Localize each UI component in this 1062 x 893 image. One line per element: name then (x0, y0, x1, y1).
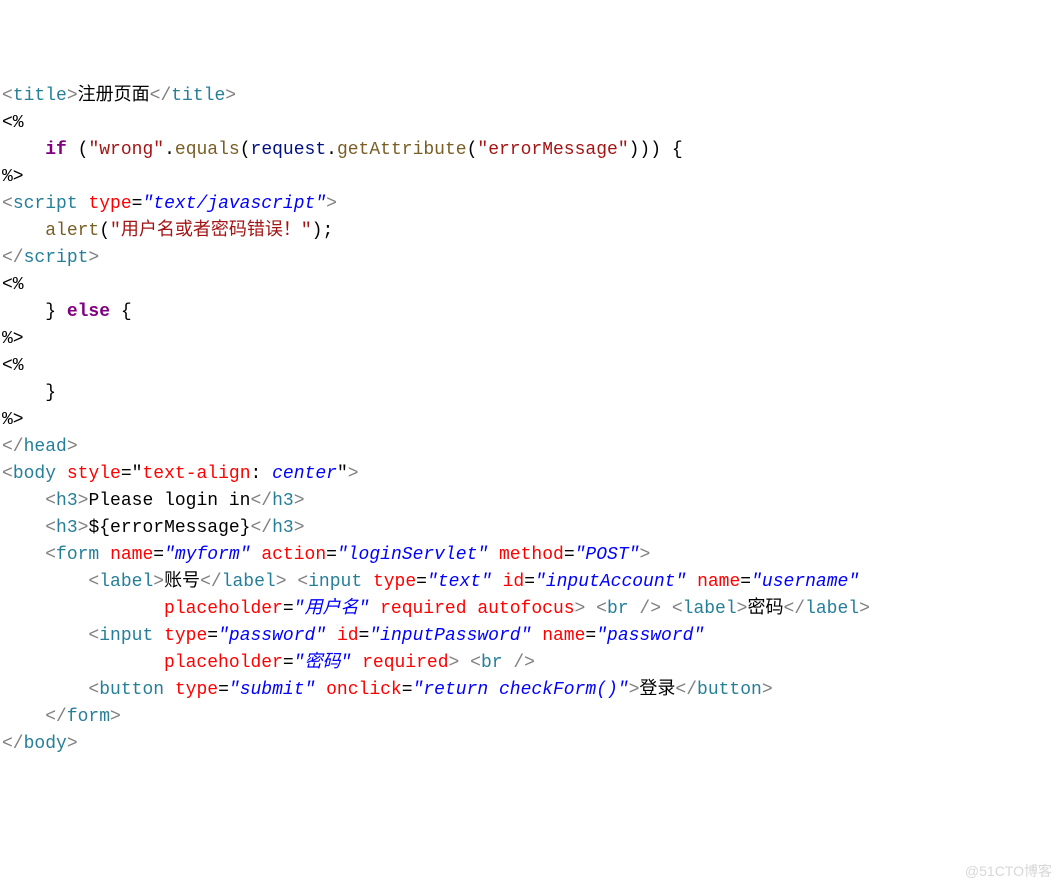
code-line: <input type="password" id="inputPassword… (2, 626, 704, 646)
code-line: </form> (2, 707, 121, 727)
code-line: <script type="text/javascript"> (2, 194, 337, 214)
code-block: <title>注册页面</title> <% if ("wrong".equal… (2, 83, 1062, 758)
code-line: <button type="submit" onclick="return ch… (2, 680, 773, 700)
code-line: if ("wrong".equals(request.getAttribute(… (2, 140, 683, 160)
code-line: %> (2, 167, 24, 187)
code-line: <h3>Please login in</h3> (2, 491, 305, 511)
code-line: } else { (2, 302, 132, 322)
code-line: <form name="myform" action="loginServlet… (2, 545, 650, 565)
code-line: </script> (2, 248, 99, 268)
code-line: <label>账号</label> <input type="text" id=… (2, 572, 859, 592)
code-line: </body> (2, 734, 78, 754)
code-line: placeholder="密码" required> <br /> (2, 653, 535, 673)
code-line: <title>注册页面</title> (2, 86, 236, 106)
code-line: <% (2, 356, 24, 376)
watermark: @51CTO博客 (965, 858, 1052, 885)
code-line: %> (2, 410, 24, 430)
code-line: %> (2, 329, 24, 349)
code-line: <% (2, 113, 24, 133)
code-line: alert("用户名或者密码错误！"); (2, 221, 333, 241)
code-line: } (2, 383, 56, 403)
code-line: <h3>${errorMessage}</h3> (2, 518, 305, 538)
code-line: placeholder="用户名" required autofocus> <b… (2, 599, 870, 619)
code-line: <body style="text-align: center"> (2, 464, 359, 484)
code-line: <% (2, 275, 24, 295)
code-line: </head> (2, 437, 78, 457)
